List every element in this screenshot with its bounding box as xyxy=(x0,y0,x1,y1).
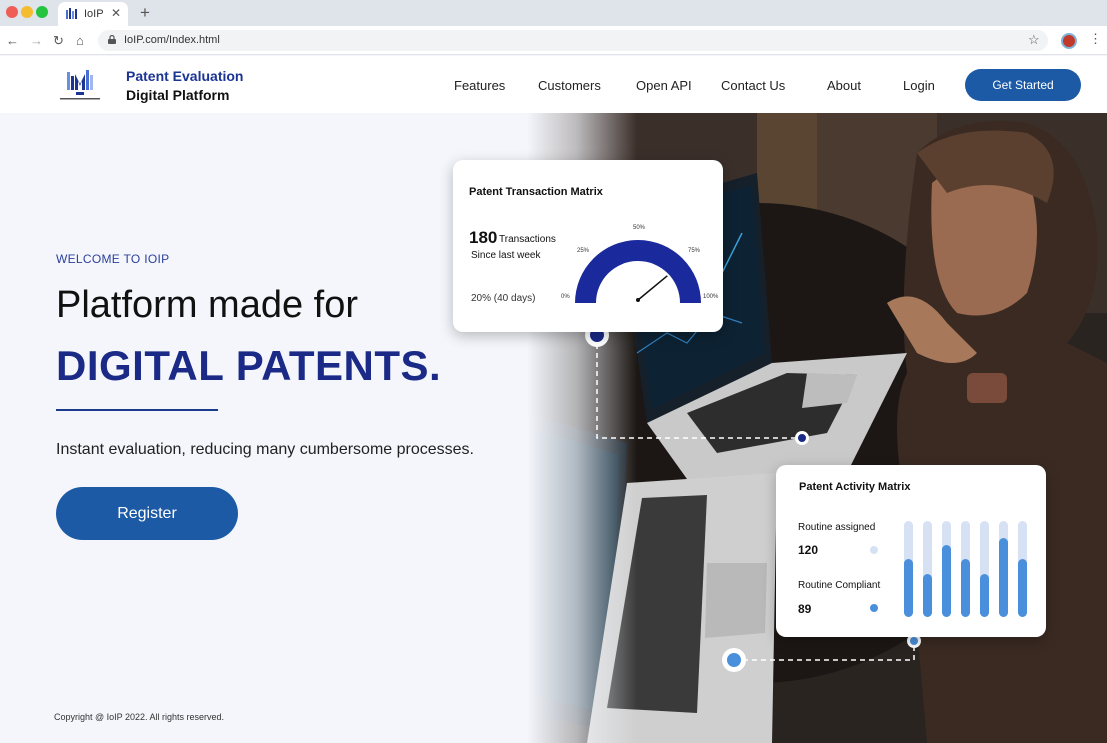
maximize-window-button[interactable] xyxy=(36,6,48,18)
gauge-needle xyxy=(637,275,668,301)
ioip-logo-icon[interactable] xyxy=(56,66,104,104)
routine-compliant-label: Routine Compliant xyxy=(798,580,881,591)
tab-close-icon[interactable]: ✕ xyxy=(111,6,121,20)
url-field[interactable]: IoIP.com/Index.html ☆ xyxy=(98,30,1048,51)
activity-bar-4 xyxy=(961,521,970,617)
url-text: IoIP.com/Index.html xyxy=(124,34,220,46)
activity-bar-fill-1 xyxy=(904,559,913,617)
site-favicon-icon xyxy=(66,8,77,19)
patent-transaction-card: Patent Transaction Matrix 180 Transactio… xyxy=(453,160,723,332)
activity-bar-fill-4 xyxy=(961,559,970,617)
lock-icon xyxy=(108,35,116,44)
routine-compliant-value: 89 xyxy=(798,602,812,616)
browser-tab-bar: IoIP ✕ + xyxy=(0,0,1107,26)
activity-bar-2 xyxy=(923,521,932,617)
assigned-legend-dot xyxy=(870,546,878,554)
minimize-window-button[interactable] xyxy=(21,6,33,18)
register-button[interactable]: Register xyxy=(56,487,238,540)
hero-heading-line1: Platform made for xyxy=(56,284,358,326)
patent-activity-card: Patent Activity Matrix Routine assigned … xyxy=(776,465,1046,637)
activity-bar-fill-5 xyxy=(980,574,989,617)
browser-menu-icon[interactable]: ⋮ xyxy=(1089,31,1102,47)
copyright-text: Copyright @ IoIP 2022. All rights reserv… xyxy=(54,712,225,722)
transaction-gauge xyxy=(575,240,701,303)
back-arrow-icon[interactable]: ← xyxy=(6,33,19,48)
reload-icon[interactable]: ↻ xyxy=(53,33,64,49)
nav-open-api[interactable]: Open API xyxy=(636,78,692,93)
activity-bar-fill-7 xyxy=(1018,559,1027,617)
activity-card-title: Patent Activity Matrix xyxy=(799,481,911,493)
browser-tab[interactable]: IoIP ✕ xyxy=(58,2,128,26)
transaction-count-label: Transactions xyxy=(499,234,556,245)
routine-assigned-label: Routine assigned xyxy=(798,522,876,533)
profile-avatar[interactable] xyxy=(1061,33,1077,49)
forward-arrow-icon[interactable]: → xyxy=(30,33,43,48)
gauge-arc xyxy=(575,240,701,303)
bookmark-star-icon[interactable]: ☆ xyxy=(1028,32,1040,48)
activity-bar-fill-3 xyxy=(942,545,951,617)
brand-name-line2[interactable]: Digital Platform xyxy=(126,87,229,103)
close-window-button[interactable] xyxy=(6,6,18,18)
nav-about[interactable]: About xyxy=(827,78,861,93)
compliant-legend-dot xyxy=(870,604,878,612)
hero-heading-line2: DIGITAL PATENTS. xyxy=(56,342,442,389)
brand-name-line1[interactable]: Patent Evaluation xyxy=(126,68,243,84)
activity-bar-fill-6 xyxy=(999,538,1008,617)
nav-features[interactable]: Features xyxy=(454,78,505,93)
get-started-button[interactable]: Get Started xyxy=(965,69,1081,101)
heading-divider xyxy=(56,409,218,411)
gauge-tick-50: 50% xyxy=(633,225,646,231)
home-icon[interactable]: ⌂ xyxy=(76,33,84,48)
activity-bar-3 xyxy=(942,521,951,617)
gauge-tick-0: 0% xyxy=(561,294,570,300)
transaction-card-title: Patent Transaction Matrix xyxy=(469,186,603,198)
address-bar-row: ← → ↻ ⌂ IoIP.com/Index.html ☆ xyxy=(0,26,1107,55)
activity-bar-5 xyxy=(980,521,989,617)
new-tab-icon[interactable]: + xyxy=(140,3,150,23)
activity-bar-7 xyxy=(1018,521,1027,617)
hero-subheading: Instant evaluation, reducing many cumber… xyxy=(56,441,474,458)
nav-customers[interactable]: Customers xyxy=(538,78,601,93)
activity-bar-chart xyxy=(902,521,1027,617)
activity-bar-fill-2 xyxy=(923,574,932,617)
activity-bar-1 xyxy=(904,521,913,617)
transaction-change: 20% (40 days) xyxy=(471,293,536,304)
nav-contact-us[interactable]: Contact Us xyxy=(721,78,785,93)
gauge-tick-100: 100% xyxy=(703,294,719,300)
gauge-tick-75: 75% xyxy=(688,248,701,254)
routine-assigned-value: 120 xyxy=(798,543,819,557)
tab-title: IoIP xyxy=(84,8,104,20)
activity-bar-6 xyxy=(999,521,1008,617)
hero-eyebrow: WELCOME TO IOIP xyxy=(56,252,170,266)
transaction-period: Since last week xyxy=(471,250,541,261)
gauge-tick-25: 25% xyxy=(577,248,590,254)
transaction-count: 180 xyxy=(469,228,498,247)
nav-login[interactable]: Login xyxy=(903,78,935,93)
site-header: Patent Evaluation Digital Platform Featu… xyxy=(0,56,1107,113)
